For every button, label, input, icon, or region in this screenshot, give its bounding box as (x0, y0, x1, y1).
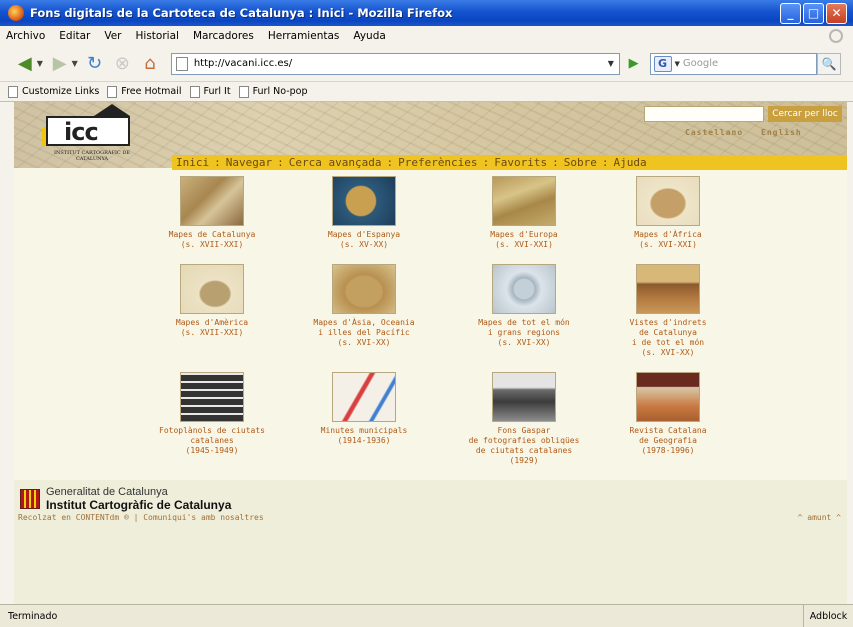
navigation-toolbar: ◀ ▼ ▶ ▼ ↻ ⊗ ⌂ http://vacani.icc.es/ ▼ ▶ … (0, 46, 853, 82)
url-text[interactable]: http://vacani.icc.es/ (194, 58, 603, 69)
forward-dropdown-icon[interactable]: ▼ (72, 59, 78, 68)
home-button[interactable]: ⌂ (139, 53, 161, 75)
bookmark-furl-no-pop[interactable]: Furl No-pop (238, 85, 308, 98)
collection-mapes-mon[interactable]: Mapes de tot el món i grans regions (s. … (454, 264, 594, 348)
nav-ajuda[interactable]: Ajuda (614, 156, 647, 169)
map-espanya-thumb[interactable] (332, 176, 396, 226)
left-frame (0, 102, 14, 604)
map-asia-thumb[interactable] (332, 264, 396, 314)
bookmark-page-icon (238, 85, 249, 98)
lang-english-link[interactable]: English (761, 128, 802, 137)
minimize-button[interactable]: _ (780, 2, 801, 24)
map-europa-thumb[interactable] (492, 176, 556, 226)
collection-revista[interactable]: Revista Catalana de Geografia (1978-1996… (598, 372, 738, 456)
fons-gaspar-thumb[interactable] (492, 372, 556, 422)
collection-mapes-catalunya[interactable]: Mapes de Catalunya (s. XVII-XXI) (142, 176, 282, 250)
icc-logo[interactable]: icc INSTITUT CARTOGRÀFIC DE CATALUNYA (42, 104, 142, 164)
nav-inici[interactable]: Inici (176, 156, 209, 169)
collection-mapes-america[interactable]: Mapes d'Amèrica (s. XVII-XXI) (142, 264, 282, 338)
site-search-input[interactable] (644, 106, 764, 122)
map-catalunya-thumb[interactable] (180, 176, 244, 226)
menu-historial[interactable]: Historial (129, 30, 186, 42)
nav-preferencies[interactable]: Preferències (398, 156, 477, 169)
revista-thumb[interactable] (636, 372, 700, 422)
back-to-top-link[interactable]: ^ amunt ^ (798, 513, 841, 522)
gen-line1: Generalitat de Catalunya (46, 486, 168, 498)
url-bar[interactable]: http://vacani.icc.es/ ▼ (170, 52, 620, 75)
senyera-icon (20, 489, 40, 509)
collection-fotoplanols[interactable]: Fotoplànols de ciutats catalanes (1945-1… (142, 372, 282, 456)
firefox-icon (8, 5, 24, 21)
page-icon (175, 56, 188, 71)
collection-fons-gaspar[interactable]: Fons Gaspar de fotografies obliqües de c… (454, 372, 594, 466)
map-mon-thumb[interactable] (492, 264, 556, 314)
site-search-button[interactable]: Cercar per lloc (768, 106, 842, 122)
logo-subtitle: INSTITUT CARTOGRÀFIC DE CATALUNYA (54, 150, 130, 162)
bookmark-page-icon (8, 85, 18, 98)
google-icon[interactable]: G (653, 55, 672, 72)
menu-archivo[interactable]: Archivo (0, 30, 52, 42)
url-dropdown-icon[interactable]: ▼ (603, 59, 619, 68)
minutes-thumb[interactable] (332, 372, 396, 422)
bookmarks-toolbar: Customize Links Free Hotmail Furl It Fur… (0, 82, 853, 102)
bookmark-customize-links[interactable]: Customize Links (8, 85, 99, 98)
menu-bar: Archivo Editar Ver Historial Marcadores … (0, 26, 853, 46)
lang-castellano-link[interactable]: Castellano (685, 128, 743, 137)
menu-ayuda[interactable]: Ayuda (346, 30, 392, 42)
footer-links[interactable]: Recolzat en CONTENTdm ® | Comuniqui's am… (18, 513, 264, 522)
menu-marcadores[interactable]: Marcadores (186, 30, 261, 42)
throbber-icon (829, 29, 843, 43)
bookmark-free-hotmail[interactable]: Free Hotmail (107, 85, 182, 98)
collection-minutes[interactable]: Minutes municipals (1914-1936) (294, 372, 434, 446)
forward-button[interactable]: ▶ (49, 53, 71, 75)
window-titlebar: Fons digitals de la Cartoteca de Catalun… (0, 0, 853, 26)
collection-mapes-europa[interactable]: Mapes d'Europa (s. XVI-XXI) (454, 176, 594, 250)
collection-mapes-asia[interactable]: Mapes d'Àsia, Oceania i illes del Pacífi… (294, 264, 434, 348)
search-engine-dropdown-icon[interactable]: ▼ (675, 60, 680, 68)
bookmark-page-icon (189, 85, 200, 98)
menu-herramientas[interactable]: Herramientas (261, 30, 347, 42)
maximize-button[interactable]: □ (803, 2, 824, 24)
stop-button[interactable]: ⊗ (111, 53, 133, 75)
back-dropdown-icon[interactable]: ▼ (37, 59, 43, 68)
search-go-button[interactable]: 🔍 (817, 52, 841, 75)
site-footer: Generalitat de Catalunya Institut Cartog… (14, 480, 847, 604)
go-button[interactable]: ▶ (624, 54, 644, 74)
generalitat-logo[interactable]: Generalitat de Catalunya Institut Cartog… (20, 486, 231, 512)
page-content: icc INSTITUT CARTOGRÀFIC DE CATALUNYA Ce… (14, 102, 847, 604)
bookmark-page-icon (107, 85, 118, 98)
collection-vistes[interactable]: Vistes d'indrets de Catalunya i de tot e… (598, 264, 738, 358)
site-header: icc INSTITUT CARTOGRÀFIC DE CATALUNYA Ce… (14, 102, 847, 170)
back-button[interactable]: ◀ (14, 53, 36, 75)
nav-favorits[interactable]: Favorits (494, 156, 547, 169)
fotoplanols-thumb[interactable] (180, 372, 244, 422)
nav-navegar[interactable]: Navegar (226, 156, 272, 169)
site-search: Cercar per lloc (644, 106, 844, 124)
collection-mapes-espanya[interactable]: Mapes d'Espanya (s. XV-XX) (294, 176, 434, 250)
menu-ver[interactable]: Ver (97, 30, 128, 42)
reload-button[interactable]: ↻ (84, 53, 106, 75)
right-frame (847, 102, 853, 604)
search-bar[interactable]: G ▼ Google (649, 52, 818, 75)
nav-sobre[interactable]: Sobre (564, 156, 597, 169)
adblock-button[interactable]: Adblock (803, 605, 853, 627)
window-title: Fons digitals de la Cartoteca de Catalun… (30, 6, 453, 20)
status-bar: Terminado Adblock (0, 604, 853, 627)
logo-text: icc (64, 118, 99, 146)
bookmark-furl-it[interactable]: Furl It (189, 85, 231, 98)
vistes-thumb[interactable] (636, 264, 700, 314)
nav-cerca-avancada[interactable]: Cerca avançada (289, 156, 382, 169)
close-button[interactable]: ✕ (826, 2, 847, 24)
gen-line2: Institut Cartogràfic de Catalunya (46, 498, 232, 512)
collection-mapes-africa[interactable]: Mapes d'Àfrica (s. XVI-XXI) (598, 176, 738, 250)
status-text: Terminado (8, 610, 58, 622)
map-africa-thumb[interactable] (636, 176, 700, 226)
site-nav: Inici: Navegar: Cerca avançada: Preferèn… (172, 155, 847, 170)
map-america-thumb[interactable] (180, 264, 244, 314)
menu-editar[interactable]: Editar (52, 30, 97, 42)
search-placeholder[interactable]: Google (683, 58, 718, 69)
